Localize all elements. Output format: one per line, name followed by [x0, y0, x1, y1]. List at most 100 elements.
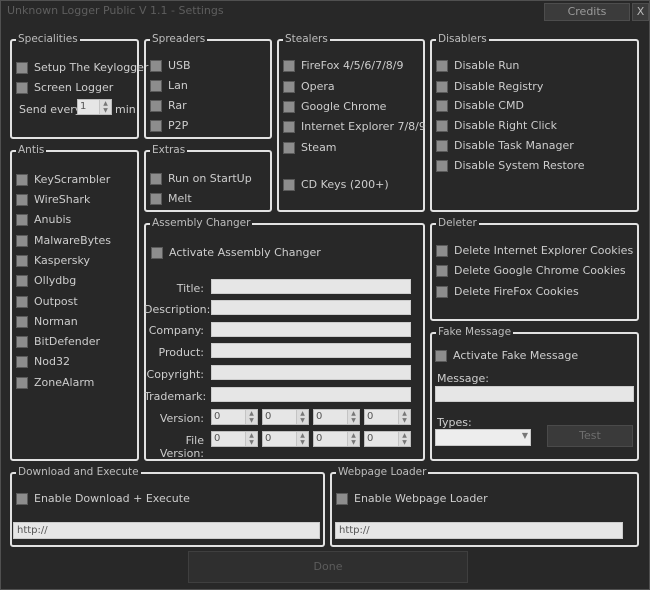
- checkbox-box[interactable]: [436, 99, 448, 112]
- opera-checkbox[interactable]: Opera: [283, 80, 335, 93]
- activate-fake-message-checkbox[interactable]: Activate Fake Message: [435, 349, 578, 362]
- rar-checkbox[interactable]: Rar: [150, 99, 187, 112]
- checkbox-box[interactable]: [150, 119, 162, 132]
- spin-down-icon[interactable]: ▼: [399, 417, 410, 424]
- disable-right-click-checkbox[interactable]: Disable Right Click: [436, 119, 557, 132]
- checkbox-box[interactable]: [150, 172, 162, 185]
- malwarebytes-checkbox[interactable]: MalwareBytes: [16, 234, 111, 247]
- spin-down-icon[interactable]: ▼: [399, 439, 410, 446]
- checkbox-box[interactable]: [150, 99, 162, 112]
- copyright-input[interactable]: [211, 365, 411, 380]
- credits-button[interactable]: Credits: [544, 3, 630, 21]
- checkbox-box[interactable]: [16, 61, 28, 74]
- usb-checkbox[interactable]: USB: [150, 59, 191, 72]
- checkbox-box[interactable]: [151, 246, 163, 259]
- checkbox-box[interactable]: [150, 59, 162, 72]
- internet-explorer-checkbox[interactable]: Internet Explorer 7/8/9: [283, 120, 426, 133]
- file-version-major-spinner[interactable]: 0 ▲ ▼: [211, 431, 258, 447]
- spin-up-icon[interactable]: ▲: [348, 432, 359, 439]
- checkbox-box[interactable]: [16, 193, 28, 206]
- spin-up-icon[interactable]: ▲: [246, 432, 257, 439]
- checkbox-box[interactable]: [150, 192, 162, 205]
- checkbox-box[interactable]: [436, 59, 448, 72]
- checkbox-box[interactable]: [283, 59, 295, 72]
- disable-task-manager-checkbox[interactable]: Disable Task Manager: [436, 139, 574, 152]
- download-url-input[interactable]: http://: [13, 522, 320, 539]
- checkbox-box[interactable]: [16, 234, 28, 247]
- version-major-spinner[interactable]: 0 ▲ ▼: [211, 409, 258, 425]
- version-build-spinner[interactable]: 0 ▲ ▼: [313, 409, 360, 425]
- spin-down-icon[interactable]: ▼: [246, 439, 257, 446]
- test-button[interactable]: Test: [547, 425, 633, 447]
- nod32-checkbox[interactable]: Nod32: [16, 355, 70, 368]
- checkbox-box[interactable]: [16, 213, 28, 226]
- checkbox-box[interactable]: [16, 376, 28, 389]
- kaspersky-checkbox[interactable]: Kaspersky: [16, 254, 90, 267]
- spin-down-icon[interactable]: ▼: [348, 417, 359, 424]
- chevron-down-icon[interactable]: ▼: [522, 431, 528, 440]
- checkbox-box[interactable]: [16, 81, 28, 94]
- version-minor-spinner[interactable]: 0 ▲ ▼: [262, 409, 309, 425]
- checkbox-box[interactable]: [436, 159, 448, 172]
- run-on-startup-checkbox[interactable]: Run on StartUp: [150, 172, 252, 185]
- checkbox-box[interactable]: [283, 178, 295, 191]
- p2p-checkbox[interactable]: P2P: [150, 119, 188, 132]
- spin-up-icon[interactable]: ▲: [399, 432, 410, 439]
- checkbox-box[interactable]: [16, 335, 28, 348]
- checkbox-box[interactable]: [16, 295, 28, 308]
- firefox-checkbox[interactable]: FireFox 4/5/6/7/8/9: [283, 59, 404, 72]
- disable-system-restore-checkbox[interactable]: Disable System Restore: [436, 159, 585, 172]
- checkbox-box[interactable]: [283, 120, 295, 133]
- webpage-url-input[interactable]: http://: [335, 522, 623, 539]
- disable-run-checkbox[interactable]: Disable Run: [436, 59, 519, 72]
- delete-ie-cookies-checkbox[interactable]: Delete Internet Explorer Cookies: [436, 244, 633, 257]
- steam-checkbox[interactable]: Steam: [283, 141, 337, 154]
- description-input[interactable]: [211, 300, 411, 315]
- spin-down-icon[interactable]: ▼: [297, 417, 308, 424]
- file-version-minor-spinner[interactable]: 0 ▲ ▼: [262, 431, 309, 447]
- message-input[interactable]: [435, 386, 634, 402]
- activate-assembly-changer-checkbox[interactable]: Activate Assembly Changer: [151, 246, 321, 259]
- delete-chrome-cookies-checkbox[interactable]: Delete Google Chrome Cookies: [436, 264, 626, 277]
- melt-checkbox[interactable]: Melt: [150, 192, 192, 205]
- checkbox-box[interactable]: [16, 274, 28, 287]
- version-revision-spinner[interactable]: 0 ▲ ▼: [364, 409, 411, 425]
- spin-down-icon[interactable]: ▼: [246, 417, 257, 424]
- lan-checkbox[interactable]: Lan: [150, 79, 188, 92]
- disable-cmd-checkbox[interactable]: Disable CMD: [436, 99, 524, 112]
- send-every-spinner[interactable]: 1 ▲ ▼: [77, 99, 112, 115]
- checkbox-box[interactable]: [436, 139, 448, 152]
- checkbox-box[interactable]: [16, 355, 28, 368]
- checkbox-box[interactable]: [150, 79, 162, 92]
- checkbox-box[interactable]: [16, 254, 28, 267]
- spin-up-icon[interactable]: ▲: [100, 100, 111, 107]
- company-input[interactable]: [211, 322, 411, 337]
- disable-registry-checkbox[interactable]: Disable Registry: [436, 80, 543, 93]
- delete-firefox-cookies-checkbox[interactable]: Delete FireFox Cookies: [436, 285, 579, 298]
- spin-down-icon[interactable]: ▼: [348, 439, 359, 446]
- enable-download-execute-checkbox[interactable]: Enable Download + Execute: [16, 492, 190, 505]
- spin-up-icon[interactable]: ▲: [297, 432, 308, 439]
- spin-up-icon[interactable]: ▲: [348, 410, 359, 417]
- wireshark-checkbox[interactable]: WireShark: [16, 193, 90, 206]
- checkbox-box[interactable]: [336, 492, 348, 505]
- spin-down-icon[interactable]: ▼: [297, 439, 308, 446]
- trademark-input[interactable]: [211, 387, 411, 402]
- checkbox-box[interactable]: [436, 119, 448, 132]
- setup-keylogger-checkbox[interactable]: Setup The Keylogger: [16, 61, 148, 74]
- anubis-checkbox[interactable]: Anubis: [16, 213, 71, 226]
- bitdefender-checkbox[interactable]: BitDefender: [16, 335, 100, 348]
- zonealarm-checkbox[interactable]: ZoneAlarm: [16, 376, 94, 389]
- close-button[interactable]: X: [632, 3, 649, 21]
- checkbox-box[interactable]: [283, 80, 295, 93]
- checkbox-box[interactable]: [436, 244, 448, 257]
- google-chrome-checkbox[interactable]: Google Chrome: [283, 100, 386, 113]
- done-button[interactable]: Done: [188, 551, 468, 583]
- outpost-checkbox[interactable]: Outpost: [16, 295, 78, 308]
- spin-up-icon[interactable]: ▲: [246, 410, 257, 417]
- checkbox-box[interactable]: [436, 80, 448, 93]
- checkbox-box[interactable]: [283, 100, 295, 113]
- checkbox-box[interactable]: [16, 173, 28, 186]
- keyscrambler-checkbox[interactable]: KeyScrambler: [16, 173, 110, 186]
- spin-up-icon[interactable]: ▲: [399, 410, 410, 417]
